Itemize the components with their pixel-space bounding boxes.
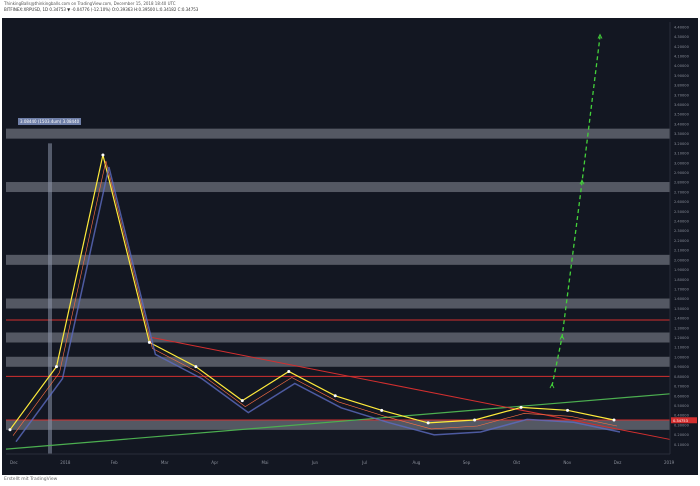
price-axis-label-36: 0.80000 (674, 375, 690, 379)
price-axis-label-40: 0.40000 (674, 414, 690, 418)
price-point-9 (426, 421, 430, 425)
time-axis-label-3: Mar (161, 460, 169, 465)
footer: Erstellt mit TradingView (0, 475, 700, 486)
price-axis-label-29: 1.50000 (674, 307, 690, 311)
time-axis-label-13: 2019 (664, 460, 675, 465)
time-axis-label-7: Jul (361, 460, 367, 465)
price-point-0 (8, 428, 12, 432)
price-point-2 (101, 153, 105, 157)
price-axis-label-4: 4.00000 (674, 64, 690, 68)
price-point-8 (380, 408, 384, 412)
price-point-11 (519, 405, 523, 409)
high-price-label: 3.08440 (1503.4um) 3.08440 (18, 118, 82, 125)
price-axis-label-30: 1.40000 (674, 317, 690, 321)
price-axis-label-11: 3.30000 (674, 132, 690, 136)
price-axis-label-10: 3.40000 (674, 122, 690, 126)
price-axis-label-37: 0.70000 (674, 385, 690, 389)
time-axis-label-2: Feb (111, 460, 119, 465)
price-axis-label-9: 3.50000 (674, 113, 690, 117)
price-axis-label-25: 1.90000 (674, 268, 690, 272)
price-axis-label-0: 4.40000 (674, 25, 690, 29)
time-axis-label-10: Okt (513, 460, 520, 465)
symbol-ohlc-line: BITFINEX:XRPUSD, 1D 0.34753 ▼ -0.04776 (… (4, 7, 199, 12)
time-axis-label-9: Sep (463, 460, 471, 465)
price-axis-label-14: 3.00000 (674, 161, 690, 165)
price-axis-label-39: 0.50000 (674, 404, 690, 408)
chart-header: ThinkingBalls@thinkingballs.com on Tradi… (0, 0, 700, 18)
price-axis-label-17: 2.70000 (674, 190, 690, 194)
price-point-4 (194, 365, 198, 369)
time-axis-label-4: Apr (211, 460, 218, 465)
horizontal-zone-4 (6, 332, 670, 343)
projection-arrow-0 (549, 383, 555, 389)
price-axis-label-32: 1.20000 (674, 336, 690, 340)
price-axis-label-31: 1.30000 (674, 326, 690, 330)
tradingview-credit: Erstellt mit TradingView (4, 477, 58, 482)
price-axis-label-8: 3.60000 (674, 103, 690, 107)
chart-canvas[interactable]: 4.40000 4.30000 4.20000 4.10000 4.00000 3.900… (2, 18, 698, 475)
price-axis-label-26: 1.80000 (674, 278, 690, 282)
time-axis-label-0: Dec (10, 460, 18, 465)
price-axis-label-16: 2.80000 (674, 181, 690, 185)
price-axis-label-1: 4.30000 (674, 35, 690, 39)
price-axis-label-3: 4.10000 (674, 54, 690, 58)
price-point-13 (612, 418, 616, 422)
horizontal-zone-5 (6, 356, 670, 367)
price-axis-label-2: 4.20000 (674, 45, 690, 49)
price-point-6 (287, 369, 291, 373)
price-axis-label-41: 0.30000 (674, 423, 690, 427)
price-axis-label-22: 2.20000 (674, 239, 690, 243)
time-axis-label-12: Dez (614, 460, 622, 465)
time-axis-label-5: Mai (262, 460, 269, 465)
horizontal-zone-0 (6, 128, 670, 139)
price-point-1 (54, 365, 58, 369)
price-axis-label-19: 2.50000 (674, 210, 690, 214)
current-price-label: 0.34753 (673, 419, 688, 423)
price-axis-label-12: 3.20000 (674, 142, 690, 146)
time-axis-label-8: Aug (412, 460, 420, 465)
price-point-7 (333, 394, 337, 398)
price-axis-label-33: 1.10000 (674, 346, 690, 350)
time-axis-label-1: 2018 (60, 460, 71, 465)
price-axis-label-6: 3.80000 (674, 84, 690, 88)
price-axis-label-35: 0.90000 (674, 365, 690, 369)
price-axis-label-23: 2.10000 (674, 249, 690, 253)
price-axis-label-38: 0.60000 (674, 394, 690, 398)
price-axis-label-20: 2.40000 (674, 220, 690, 224)
price-axis-label-42: 0.20000 (674, 433, 690, 437)
horizontal-zone-3 (6, 298, 670, 309)
price-axis-label-21: 2.30000 (674, 229, 690, 233)
price-axis-label-18: 2.60000 (674, 200, 690, 204)
time-axis-label-6: Jun (311, 460, 319, 465)
price-axis-label-27: 1.70000 (674, 287, 690, 291)
price-axis-label-5: 3.90000 (674, 74, 690, 78)
price-line (9, 154, 615, 431)
price-point-5 (240, 399, 244, 403)
horizontal-zone-2 (6, 254, 670, 265)
price-axis-label-34: 1.00000 (674, 355, 690, 359)
time-axis-label-11: Nov (563, 460, 571, 465)
price-point-3 (147, 340, 151, 344)
price-point-10 (473, 418, 477, 422)
vertical-marker (48, 143, 52, 454)
price-axis-label-43: 0.10000 (674, 443, 690, 447)
price-point-12 (566, 408, 570, 412)
price-axis-label-15: 2.90000 (674, 171, 690, 175)
price-axis-label-7: 3.70000 (674, 93, 690, 97)
price-chart[interactable]: 4.40000 4.30000 4.20000 4.10000 4.00000 3.900… (2, 18, 698, 475)
price-axis-label-13: 3.10000 (674, 152, 690, 156)
price-axis-label-24: 2.00000 (674, 258, 690, 262)
author-line: ThinkingBalls@thinkingballs.com on Tradi… (4, 1, 176, 6)
price-axis-label-28: 1.60000 (674, 297, 690, 301)
